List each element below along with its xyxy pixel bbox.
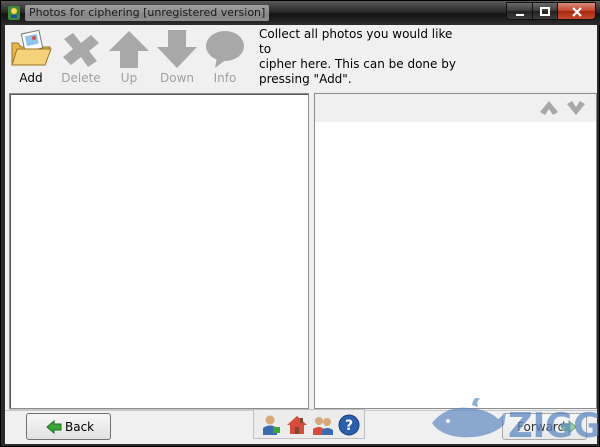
home-icon[interactable]	[286, 414, 308, 436]
photo-list-panel[interactable]	[9, 93, 309, 409]
delete-x-icon	[63, 33, 99, 67]
info-bubble-icon	[206, 31, 244, 68]
up-button[interactable]: Up	[105, 29, 153, 89]
instruction-line-1: Collect all photos you would like to	[259, 27, 453, 56]
back-label: Back	[65, 420, 95, 434]
user-key-icon[interactable]	[260, 414, 282, 436]
up-label: Up	[120, 71, 138, 85]
move-down-small-icon[interactable]	[565, 98, 587, 118]
preview-header	[315, 94, 596, 122]
client-area: Add Delete Up Down Info Collect all phot…	[5, 25, 598, 445]
arrow-down-icon	[157, 30, 197, 68]
add-label: Add	[19, 71, 43, 85]
arrow-up-icon	[109, 31, 149, 68]
delete-label: Delete	[61, 71, 101, 85]
help-icon[interactable]: ?	[338, 414, 360, 436]
maximize-button[interactable]	[532, 2, 558, 20]
instruction-line-2: cipher here. This can be done by	[259, 57, 456, 71]
window-title: Photos for ciphering [unregistered versi…	[25, 5, 270, 21]
minimize-icon	[515, 14, 524, 16]
close-button[interactable]	[557, 2, 596, 20]
title-bar[interactable]: Photos for ciphering [unregistered versi…	[1, 1, 600, 25]
back-button[interactable]: Back	[26, 413, 111, 440]
delete-button[interactable]: Delete	[57, 29, 105, 89]
bottom-icon-bar: ?	[253, 409, 365, 439]
instruction-text: Collect all photos you would like to cip…	[259, 27, 459, 87]
info-label: Info	[213, 71, 237, 85]
instruction-line-3: pressing "Add".	[259, 72, 352, 86]
toolbar: Add Delete Up Down Info Collect all phot…	[5, 25, 597, 91]
down-label: Down	[159, 71, 194, 85]
maximize-icon	[540, 7, 550, 16]
close-icon	[571, 7, 582, 17]
minimize-button[interactable]	[506, 2, 533, 20]
zigg-watermark-logo: ZIGG	[432, 397, 598, 445]
app-icon	[8, 6, 20, 20]
add-button[interactable]: Add	[7, 29, 55, 89]
down-button[interactable]: Down	[153, 29, 201, 89]
watermark-text: ZIGG	[508, 406, 598, 445]
folder-photo-icon	[11, 29, 52, 66]
preview-panel[interactable]	[314, 93, 597, 409]
svg-text:?: ?	[345, 418, 353, 434]
back-arrow-icon	[46, 420, 62, 434]
move-up-small-icon[interactable]	[538, 98, 560, 118]
app-window: Photos for ciphering [unregistered versi…	[0, 0, 600, 447]
info-button[interactable]: Info	[201, 29, 249, 89]
users-icon[interactable]	[312, 414, 334, 436]
